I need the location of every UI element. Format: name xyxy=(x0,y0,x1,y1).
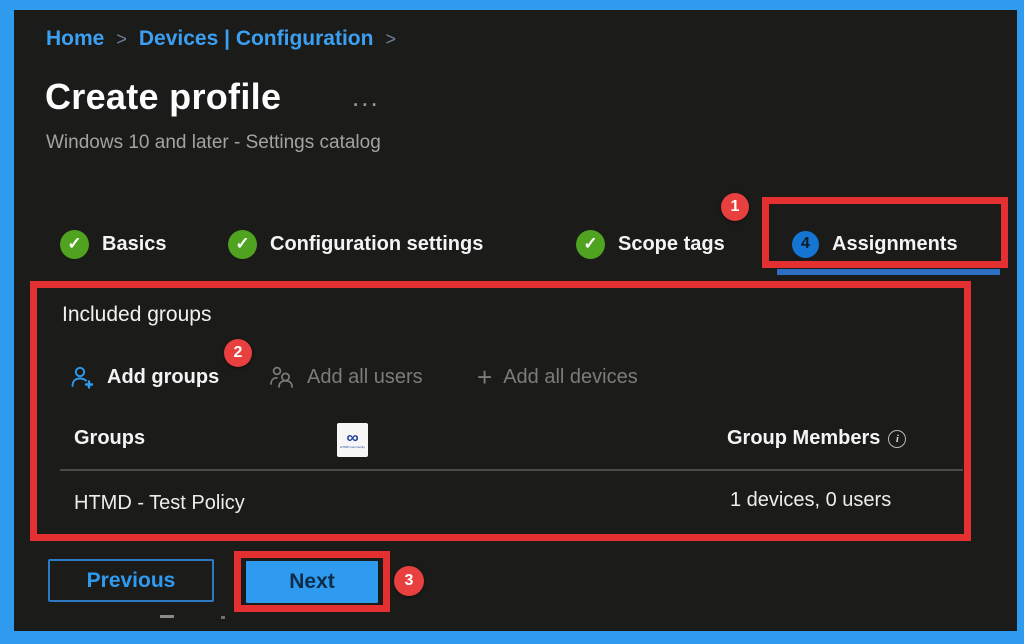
logo-caption: HTMD Community xyxy=(340,445,365,449)
included-groups-heading: Included groups xyxy=(62,303,211,327)
table-row-group-name[interactable]: HTMD - Test Policy xyxy=(74,492,245,515)
active-tab-indicator xyxy=(777,269,1000,275)
completed-check-icon: ✓ xyxy=(576,230,605,259)
annotation-step-1: 1 xyxy=(721,193,749,221)
cropped-text-artifact xyxy=(221,616,225,619)
column-header-groups[interactable]: Groups xyxy=(74,427,145,450)
add-all-devices-label: Add all devices xyxy=(503,366,638,389)
tab-basics[interactable]: ✓ Basics xyxy=(60,228,167,260)
tab-label: Basics xyxy=(102,233,167,256)
tab-label: Scope tags xyxy=(618,233,725,256)
chevron-right-icon: > xyxy=(385,29,396,50)
previous-button[interactable]: Previous xyxy=(48,559,214,602)
tab-label: Assignments xyxy=(832,233,958,256)
info-icon[interactable]: i xyxy=(888,430,906,448)
breadcrumb-home[interactable]: Home xyxy=(46,27,104,51)
annotation-step-3: 3 xyxy=(394,566,424,596)
completed-check-icon: ✓ xyxy=(60,230,89,259)
htmd-community-logo: ∞ HTMD Community xyxy=(337,423,368,457)
add-groups-button[interactable]: Add groups xyxy=(68,360,219,394)
person-add-icon xyxy=(68,363,96,391)
breadcrumb: Home > Devices | Configuration > xyxy=(46,27,396,51)
chevron-right-icon: > xyxy=(116,29,127,50)
people-icon xyxy=(268,363,296,391)
page-subtitle: Windows 10 and later - Settings catalog xyxy=(46,132,381,154)
page-title: Create profile xyxy=(45,76,281,118)
more-options-icon[interactable]: ... xyxy=(352,82,380,113)
next-button[interactable]: Next xyxy=(246,561,378,603)
plus-icon: + xyxy=(477,362,492,393)
completed-check-icon: ✓ xyxy=(228,230,257,259)
column-header-group-members[interactable]: Group Members i xyxy=(727,427,906,450)
tab-assignments[interactable]: 4 Assignments xyxy=(792,228,958,260)
table-row-group-members: 1 devices, 0 users xyxy=(730,489,891,512)
cropped-text-artifact xyxy=(160,615,174,618)
add-all-users-label: Add all users xyxy=(307,366,423,389)
infinity-logo-glyph: ∞ xyxy=(346,431,358,445)
table-header-divider xyxy=(60,469,963,471)
tab-configuration-settings[interactable]: ✓ Configuration settings xyxy=(228,228,483,260)
add-all-devices-button[interactable]: + Add all devices xyxy=(477,360,638,394)
add-all-users-button[interactable]: Add all users xyxy=(268,360,423,394)
breadcrumb-devices-configuration[interactable]: Devices | Configuration xyxy=(139,27,374,51)
add-groups-label: Add groups xyxy=(107,366,219,389)
tab-label: Configuration settings xyxy=(270,233,483,256)
tab-scope-tags[interactable]: ✓ Scope tags xyxy=(576,228,725,260)
screenshot-frame: Home > Devices | Configuration > Create … xyxy=(0,0,1024,644)
annotation-step-2: 2 xyxy=(224,339,252,367)
group-members-label: Group Members xyxy=(727,427,880,450)
step-number-badge: 4 xyxy=(792,231,819,258)
